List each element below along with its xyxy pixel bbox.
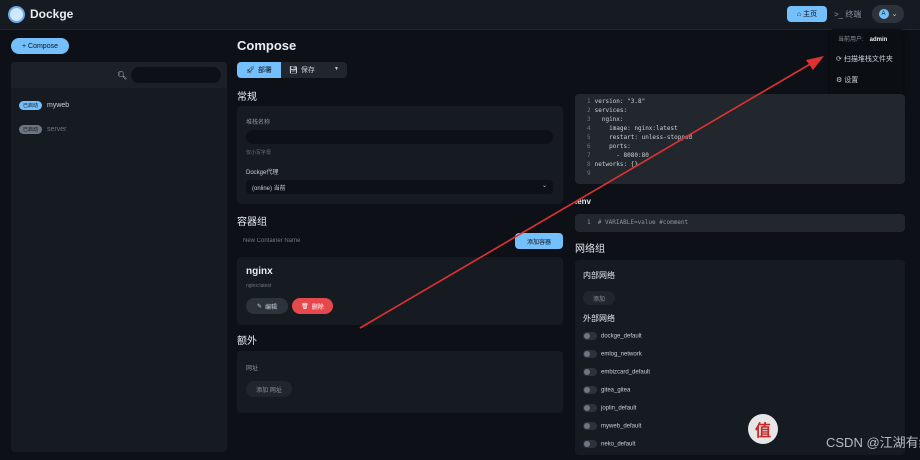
dockge-logo-icon[interactable] <box>8 6 25 23</box>
agent-select[interactable]: (online) 当前 ⌄ <box>246 180 553 194</box>
chevron-down-icon: ⌄ <box>891 11 898 18</box>
stack-name: myweb <box>47 102 70 109</box>
code-line: 5 restart: unless-stopped <box>587 134 693 141</box>
external-network-item[interactable]: embizcard_default <box>583 368 650 376</box>
search-icon: 🔍︎ <box>117 71 128 80</box>
code-line: 4 image: nginx:latest <box>587 125 678 132</box>
code-line: 1 version: "3.8" <box>587 98 646 105</box>
app-brand[interactable]: Dockge <box>30 7 73 21</box>
compose-yaml-editor[interactable]: 1 version: "3.8" 2 services: 3 nginx: 4 im… <box>575 94 905 184</box>
watermark-logo: 值 <box>748 414 778 444</box>
network-toggle[interactable] <box>583 350 597 358</box>
save-icon: 💾︎ <box>289 67 298 74</box>
page-title: Compose <box>237 38 297 53</box>
delete-label: 删除 <box>311 304 324 311</box>
external-network-item[interactable]: myweb_default <box>583 422 641 430</box>
status-badge: 已启动 <box>19 101 43 110</box>
agent-selected-value: (online) 当前 <box>252 186 286 192</box>
edit-icon: ✎ <box>256 303 262 310</box>
deploy-button[interactable]: 🚀︎ 部署 <box>237 62 281 78</box>
home-icon: ⌂ <box>796 10 802 18</box>
add-container-button[interactable]: 添加容器 <box>515 233 563 249</box>
avatar: A <box>878 9 889 19</box>
current-user-name: admin <box>869 37 888 43</box>
code-line: 6 ports: <box>587 143 631 150</box>
network-toggle[interactable] <box>583 440 597 448</box>
edit-container-button[interactable]: ✎ 编辑 <box>246 298 288 314</box>
add-network-button[interactable]: 添加 <box>583 291 615 305</box>
stack-name-label: 堆栈名称 <box>246 120 271 126</box>
menu-item-label: 设置 <box>844 77 859 84</box>
stack-sidebar <box>11 62 227 452</box>
env-editor[interactable]: 1 # VARIABLE=value #comment <box>575 214 905 232</box>
home-label: 主页 <box>803 11 818 18</box>
user-menu-button[interactable]: A ⌄ <box>872 5 904 23</box>
external-network-item[interactable]: gitea_gitea <box>583 386 630 394</box>
rocket-icon: 🚀︎ <box>246 67 255 74</box>
top-navbar <box>0 0 920 30</box>
code-line: 7 - 8080:80 <box>587 152 649 159</box>
stack-name: server <box>47 126 67 133</box>
new-compose-button[interactable]: + Compose <box>11 38 69 54</box>
network-toggle[interactable] <box>583 368 597 376</box>
home-button[interactable]: ⌂ 主页 <box>787 6 827 22</box>
gear-icon: ⚙ <box>836 77 843 84</box>
menu-item-scan-stacks[interactable]: ⟳ 扫描堆栈文件夹 <box>836 54 893 64</box>
general-section-title: 常规 <box>237 92 257 103</box>
stack-name-hint: 仅小写字母 <box>246 150 272 156</box>
current-user-label: 当前用户: <box>838 37 864 43</box>
code-line: 2 services: <box>587 107 628 114</box>
terminal-icon: >_ <box>834 10 844 19</box>
refresh-icon: ⟳ <box>836 56 842 63</box>
trash-icon: 🗑︎ <box>301 303 309 310</box>
url-label: 网址 <box>246 366 259 372</box>
stack-list-item-myweb[interactable]: 已启动 myweb <box>19 101 69 110</box>
chevron-down-icon: ⌄ <box>541 183 547 189</box>
network-toggle[interactable] <box>583 422 597 430</box>
container-card-nginx <box>237 257 563 325</box>
menu-item-label: 扫描堆栈文件夹 <box>843 56 893 63</box>
network-toggle[interactable] <box>583 404 597 412</box>
watermark-text: CSDN @江湖有缘 <box>826 435 920 450</box>
stack-name-input[interactable] <box>246 130 553 144</box>
status-badge: 已启动 <box>19 125 43 134</box>
code-line: 8 networks: {} <box>587 161 638 168</box>
stack-list-item-server[interactable]: 已启动 server <box>19 125 66 134</box>
container-image: nginx:latest <box>246 283 272 289</box>
deploy-label: 部署 <box>257 67 272 74</box>
code-line: 9 <box>587 170 591 177</box>
external-network-item[interactable]: joplin_default <box>583 404 636 412</box>
network-toggle[interactable] <box>583 386 597 394</box>
network-toggle[interactable] <box>583 332 597 340</box>
extra-section-title: 额外 <box>237 336 257 347</box>
external-networks-title: 外部网络 <box>583 314 615 323</box>
container-name: nginx <box>246 266 273 277</box>
add-url-button[interactable]: 添加 网址 <box>246 381 292 397</box>
menu-item-settings[interactable]: ⚙ 设置 <box>836 75 858 85</box>
new-container-name-input[interactable] <box>237 233 512 249</box>
caret-down-icon[interactable]: ▼ <box>334 66 339 72</box>
external-network-item[interactable]: dockge_default <box>583 332 642 340</box>
external-network-item[interactable]: emlog_network <box>583 350 642 358</box>
internal-networks-title: 内部网络 <box>583 271 615 280</box>
agent-label: Dockge代理 <box>246 170 279 176</box>
containers-section-title: 容器组 <box>237 217 267 228</box>
terminal-label: 终端 <box>845 10 862 19</box>
save-label: 保存 <box>300 67 315 74</box>
search-input[interactable] <box>131 67 221 83</box>
code-line: 3 nginx: <box>587 116 624 123</box>
terminal-link[interactable]: >_ 终端 <box>834 9 861 20</box>
save-button[interactable]: 💾︎ 保存 ▼ <box>281 62 347 78</box>
env-title: .env <box>575 197 592 206</box>
current-user-line: 当前用户: admin <box>838 34 887 43</box>
external-network-item[interactable]: neko_default <box>583 440 635 448</box>
edit-label: 编辑 <box>265 304 278 311</box>
delete-container-button[interactable]: 🗑︎ 删除 <box>292 298 333 314</box>
networks-section-title: 网络组 <box>575 244 605 255</box>
